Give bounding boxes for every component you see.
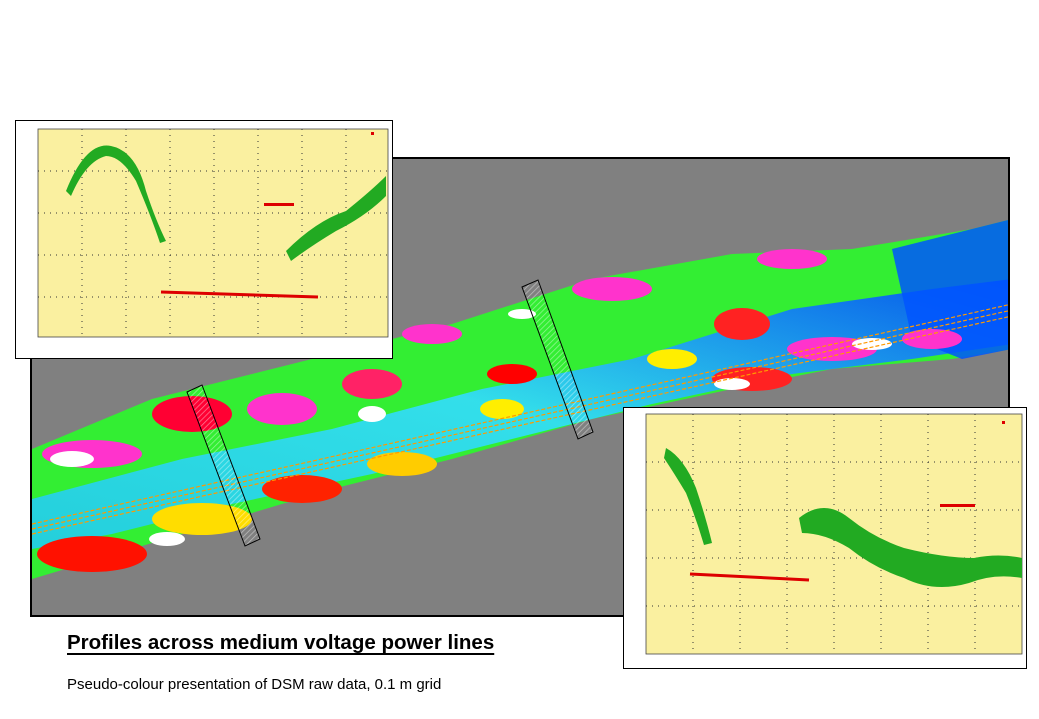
profile-chart-right: [623, 407, 1027, 669]
caption-title: Profiles across medium voltage power lin…: [67, 631, 495, 654]
caption-subtitle: Pseudo-colour presentation of DSM raw da…: [67, 676, 442, 693]
profile-plot-left: [37, 128, 389, 338]
profile-chart-left: [15, 120, 393, 359]
profile-plot-right: [645, 413, 1023, 655]
